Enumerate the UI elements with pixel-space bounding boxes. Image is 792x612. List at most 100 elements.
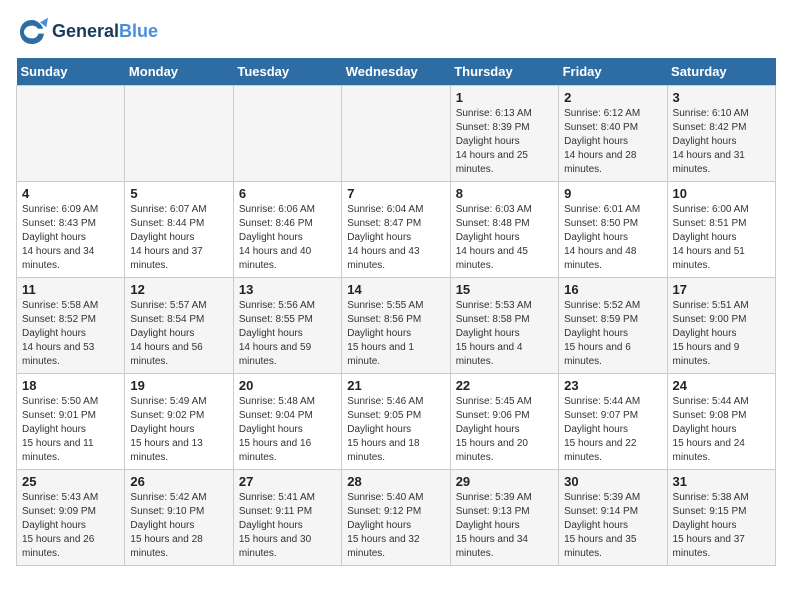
day-info: Sunrise: 5:50 AM Sunset: 9:01 PM Dayligh…	[22, 395, 119, 465]
day-number: 2	[564, 90, 661, 105]
day-info: Sunrise: 5:55 AM Sunset: 8:56 PM Dayligh…	[347, 299, 444, 369]
calendar-cell: 31 Sunrise: 5:38 AM Sunset: 9:15 PM Dayl…	[667, 470, 775, 566]
day-info: Sunrise: 6:01 AM Sunset: 8:50 PM Dayligh…	[564, 203, 661, 273]
calendar-cell: 3 Sunrise: 6:10 AM Sunset: 8:42 PM Dayli…	[667, 86, 775, 182]
day-number: 25	[22, 474, 119, 489]
day-number: 10	[673, 186, 770, 201]
day-info: Sunrise: 6:13 AM Sunset: 8:39 PM Dayligh…	[456, 107, 553, 177]
day-number: 22	[456, 378, 553, 393]
day-number: 3	[673, 90, 770, 105]
day-info: Sunrise: 5:44 AM Sunset: 9:08 PM Dayligh…	[673, 395, 770, 465]
calendar-cell: 30 Sunrise: 5:39 AM Sunset: 9:14 PM Dayl…	[559, 470, 667, 566]
day-number: 12	[130, 282, 227, 297]
day-info: Sunrise: 6:10 AM Sunset: 8:42 PM Dayligh…	[673, 107, 770, 177]
day-info: Sunrise: 5:49 AM Sunset: 9:02 PM Dayligh…	[130, 395, 227, 465]
day-number: 4	[22, 186, 119, 201]
day-info: Sunrise: 6:00 AM Sunset: 8:51 PM Dayligh…	[673, 203, 770, 273]
day-info: Sunrise: 5:39 AM Sunset: 9:14 PM Dayligh…	[564, 491, 661, 561]
day-number: 5	[130, 186, 227, 201]
calendar-cell: 29 Sunrise: 5:39 AM Sunset: 9:13 PM Dayl…	[450, 470, 558, 566]
calendar-cell: 22 Sunrise: 5:45 AM Sunset: 9:06 PM Dayl…	[450, 374, 558, 470]
calendar-week-row: 4 Sunrise: 6:09 AM Sunset: 8:43 PM Dayli…	[17, 182, 776, 278]
calendar-week-row: 25 Sunrise: 5:43 AM Sunset: 9:09 PM Dayl…	[17, 470, 776, 566]
day-number: 16	[564, 282, 661, 297]
day-info: Sunrise: 5:58 AM Sunset: 8:52 PM Dayligh…	[22, 299, 119, 369]
calendar-cell: 16 Sunrise: 5:52 AM Sunset: 8:59 PM Dayl…	[559, 278, 667, 374]
day-info: Sunrise: 5:53 AM Sunset: 8:58 PM Dayligh…	[456, 299, 553, 369]
day-info: Sunrise: 5:45 AM Sunset: 9:06 PM Dayligh…	[456, 395, 553, 465]
calendar-cell: 20 Sunrise: 5:48 AM Sunset: 9:04 PM Dayl…	[233, 374, 341, 470]
day-number: 14	[347, 282, 444, 297]
day-info: Sunrise: 5:38 AM Sunset: 9:15 PM Dayligh…	[673, 491, 770, 561]
calendar-cell: 26 Sunrise: 5:42 AM Sunset: 9:10 PM Dayl…	[125, 470, 233, 566]
day-info: Sunrise: 5:39 AM Sunset: 9:13 PM Dayligh…	[456, 491, 553, 561]
calendar-week-row: 11 Sunrise: 5:58 AM Sunset: 8:52 PM Dayl…	[17, 278, 776, 374]
calendar-cell: 11 Sunrise: 5:58 AM Sunset: 8:52 PM Dayl…	[17, 278, 125, 374]
day-info: Sunrise: 5:48 AM Sunset: 9:04 PM Dayligh…	[239, 395, 336, 465]
day-number: 31	[673, 474, 770, 489]
day-info: Sunrise: 6:07 AM Sunset: 8:44 PM Dayligh…	[130, 203, 227, 273]
calendar-cell: 21 Sunrise: 5:46 AM Sunset: 9:05 PM Dayl…	[342, 374, 450, 470]
calendar-cell: 10 Sunrise: 6:00 AM Sunset: 8:51 PM Dayl…	[667, 182, 775, 278]
calendar-cell: 1 Sunrise: 6:13 AM Sunset: 8:39 PM Dayli…	[450, 86, 558, 182]
day-info: Sunrise: 5:57 AM Sunset: 8:54 PM Dayligh…	[130, 299, 227, 369]
calendar-cell: 17 Sunrise: 5:51 AM Sunset: 9:00 PM Dayl…	[667, 278, 775, 374]
calendar-cell: 12 Sunrise: 5:57 AM Sunset: 8:54 PM Dayl…	[125, 278, 233, 374]
day-info: Sunrise: 5:40 AM Sunset: 9:12 PM Dayligh…	[347, 491, 444, 561]
day-number: 13	[239, 282, 336, 297]
day-info: Sunrise: 5:46 AM Sunset: 9:05 PM Dayligh…	[347, 395, 444, 465]
calendar-week-row: 18 Sunrise: 5:50 AM Sunset: 9:01 PM Dayl…	[17, 374, 776, 470]
day-info: Sunrise: 5:56 AM Sunset: 8:55 PM Dayligh…	[239, 299, 336, 369]
day-number: 23	[564, 378, 661, 393]
weekday-header-monday: Monday	[125, 58, 233, 86]
calendar-cell: 25 Sunrise: 5:43 AM Sunset: 9:09 PM Dayl…	[17, 470, 125, 566]
day-info: Sunrise: 6:09 AM Sunset: 8:43 PM Dayligh…	[22, 203, 119, 273]
day-info: Sunrise: 5:51 AM Sunset: 9:00 PM Dayligh…	[673, 299, 770, 369]
day-number: 21	[347, 378, 444, 393]
day-info: Sunrise: 6:12 AM Sunset: 8:40 PM Dayligh…	[564, 107, 661, 177]
calendar-cell: 13 Sunrise: 5:56 AM Sunset: 8:55 PM Dayl…	[233, 278, 341, 374]
day-number: 20	[239, 378, 336, 393]
day-number: 26	[130, 474, 227, 489]
calendar-cell: 23 Sunrise: 5:44 AM Sunset: 9:07 PM Dayl…	[559, 374, 667, 470]
calendar-week-row: 1 Sunrise: 6:13 AM Sunset: 8:39 PM Dayli…	[17, 86, 776, 182]
day-number: 15	[456, 282, 553, 297]
calendar-cell: 24 Sunrise: 5:44 AM Sunset: 9:08 PM Dayl…	[667, 374, 775, 470]
day-number: 29	[456, 474, 553, 489]
calendar-cell: 9 Sunrise: 6:01 AM Sunset: 8:50 PM Dayli…	[559, 182, 667, 278]
calendar-cell: 4 Sunrise: 6:09 AM Sunset: 8:43 PM Dayli…	[17, 182, 125, 278]
calendar-table: SundayMondayTuesdayWednesdayThursdayFrid…	[16, 58, 776, 566]
weekday-header-sunday: Sunday	[17, 58, 125, 86]
day-number: 27	[239, 474, 336, 489]
calendar-cell	[17, 86, 125, 182]
day-number: 1	[456, 90, 553, 105]
day-info: Sunrise: 6:04 AM Sunset: 8:47 PM Dayligh…	[347, 203, 444, 273]
calendar-cell: 18 Sunrise: 5:50 AM Sunset: 9:01 PM Dayl…	[17, 374, 125, 470]
day-number: 9	[564, 186, 661, 201]
day-info: Sunrise: 6:06 AM Sunset: 8:46 PM Dayligh…	[239, 203, 336, 273]
day-info: Sunrise: 5:52 AM Sunset: 8:59 PM Dayligh…	[564, 299, 661, 369]
calendar-cell: 6 Sunrise: 6:06 AM Sunset: 8:46 PM Dayli…	[233, 182, 341, 278]
day-number: 8	[456, 186, 553, 201]
day-info: Sunrise: 5:42 AM Sunset: 9:10 PM Dayligh…	[130, 491, 227, 561]
weekday-header-row: SundayMondayTuesdayWednesdayThursdayFrid…	[17, 58, 776, 86]
calendar-cell: 14 Sunrise: 5:55 AM Sunset: 8:56 PM Dayl…	[342, 278, 450, 374]
calendar-cell: 7 Sunrise: 6:04 AM Sunset: 8:47 PM Dayli…	[342, 182, 450, 278]
calendar-cell: 5 Sunrise: 6:07 AM Sunset: 8:44 PM Dayli…	[125, 182, 233, 278]
day-info: Sunrise: 5:43 AM Sunset: 9:09 PM Dayligh…	[22, 491, 119, 561]
day-number: 19	[130, 378, 227, 393]
calendar-cell: 2 Sunrise: 6:12 AM Sunset: 8:40 PM Dayli…	[559, 86, 667, 182]
weekday-header-wednesday: Wednesday	[342, 58, 450, 86]
day-number: 7	[347, 186, 444, 201]
logo-icon	[16, 16, 48, 48]
logo: GeneralBlue	[16, 16, 158, 48]
day-number: 24	[673, 378, 770, 393]
weekday-header-thursday: Thursday	[450, 58, 558, 86]
calendar-cell: 28 Sunrise: 5:40 AM Sunset: 9:12 PM Dayl…	[342, 470, 450, 566]
calendar-cell: 27 Sunrise: 5:41 AM Sunset: 9:11 PM Dayl…	[233, 470, 341, 566]
calendar-cell	[233, 86, 341, 182]
day-info: Sunrise: 5:44 AM Sunset: 9:07 PM Dayligh…	[564, 395, 661, 465]
weekday-header-saturday: Saturday	[667, 58, 775, 86]
weekday-header-friday: Friday	[559, 58, 667, 86]
day-number: 18	[22, 378, 119, 393]
